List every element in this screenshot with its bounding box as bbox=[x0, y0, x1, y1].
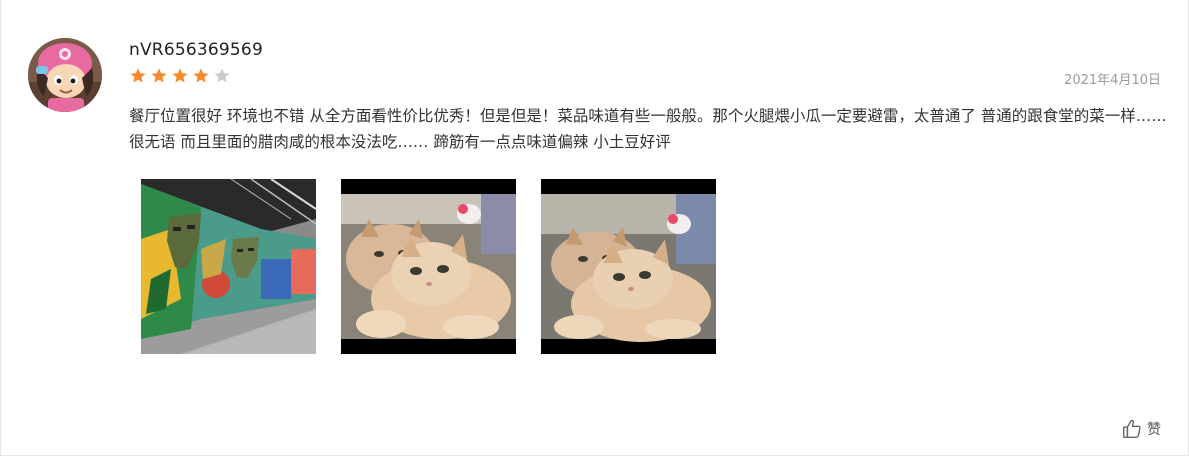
star-filled-icon bbox=[193, 68, 209, 83]
photo-gallery bbox=[141, 179, 716, 354]
review-card: nVR656369569 2021年4月10日 餐厅位置很好 环境也不错 从全方… bbox=[0, 0, 1189, 456]
review-date: 2021年4月10日 bbox=[1064, 73, 1161, 88]
like-button[interactable]: 赞 bbox=[1121, 418, 1161, 440]
star-filled-icon bbox=[172, 68, 188, 83]
avatar[interactable] bbox=[28, 38, 102, 112]
avatar-illustration bbox=[28, 38, 102, 112]
star-filled-icon bbox=[130, 68, 146, 83]
photo-thumbnail[interactable] bbox=[341, 179, 516, 354]
photo-thumbnail[interactable] bbox=[541, 179, 716, 354]
username[interactable]: nVR656369569 bbox=[129, 40, 263, 60]
mural-corridor-image bbox=[141, 179, 316, 354]
cat-image bbox=[541, 179, 716, 354]
star-filled-icon bbox=[151, 68, 167, 83]
like-label: 赞 bbox=[1147, 422, 1161, 438]
review-text: 餐厅位置很好 环境也不错 从全方面看性价比优秀！但是但是！菜品味道有些一般般。那… bbox=[129, 107, 1167, 151]
rating-stars bbox=[129, 67, 231, 85]
star-empty-icon bbox=[214, 68, 230, 83]
cat-image bbox=[341, 179, 516, 354]
thumbs-up-icon bbox=[1123, 419, 1141, 438]
photo-thumbnail[interactable] bbox=[141, 179, 316, 354]
